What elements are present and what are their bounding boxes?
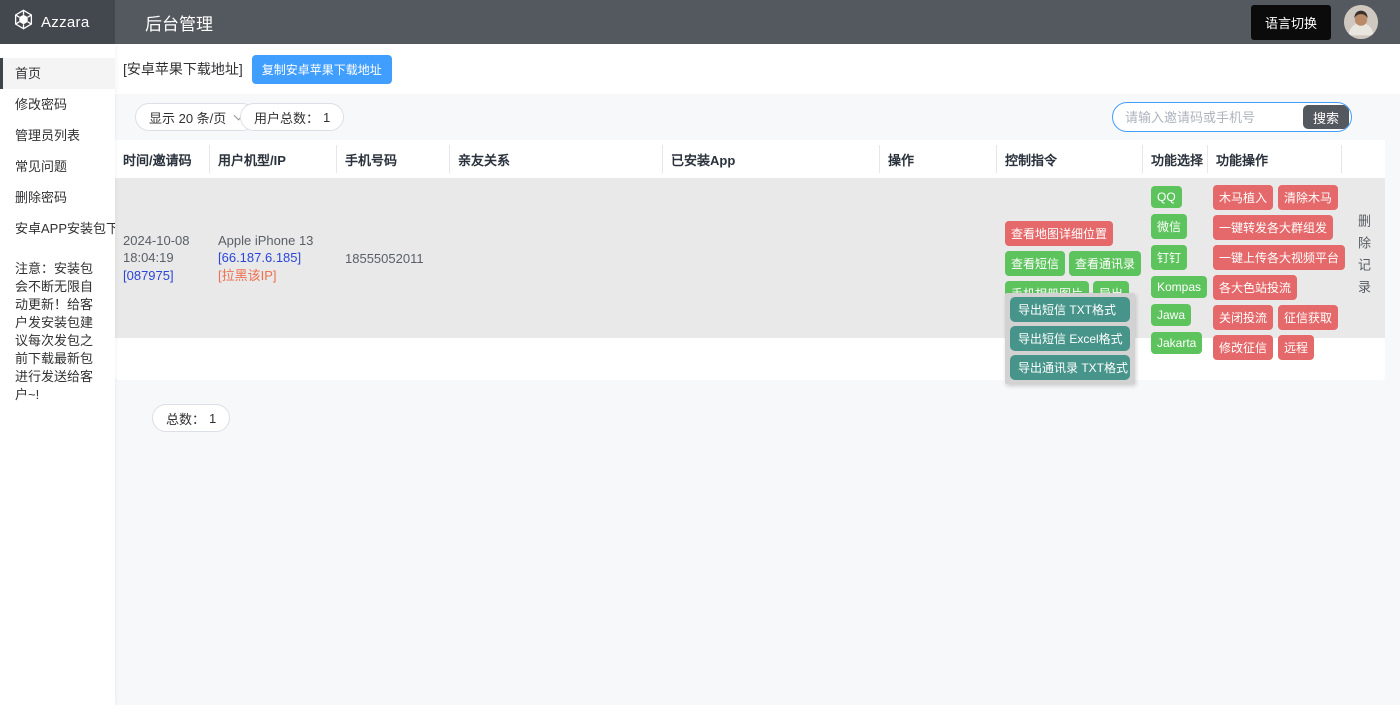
op-site-traffic-button[interactable]: 各大色站投流 <box>1213 275 1297 300</box>
search-input[interactable] <box>1113 110 1301 125</box>
page-title: 后台管理 <box>145 10 213 35</box>
cell-time-invite: 2024-10-08 18:04:19 [087975] <box>115 178 210 338</box>
sidebar-item-android-apk-download[interactable]: 安卓APP安装包下载 <box>0 213 115 244</box>
col-device-ip: 用户机型/IP <box>210 140 337 178</box>
avatar[interactable] <box>1344 5 1378 39</box>
sidebar-item-admin-list[interactable]: 管理员列表 <box>0 120 115 151</box>
cell-device-ip: Apple iPhone 13 [66.187.6.185] [拉黑该IP] <box>210 178 337 338</box>
col-delete <box>1342 140 1385 178</box>
op-close-traffic-button[interactable]: 关闭投流 <box>1213 305 1273 330</box>
export-sms-txt-button[interactable]: 导出短信 TXT格式 <box>1010 297 1130 322</box>
delete-record-link[interactable]: 删除记录 <box>1354 214 1373 302</box>
cell-operation <box>880 178 997 338</box>
sidebar-item-home[interactable]: 首页 <box>0 58 115 89</box>
copy-download-address-button[interactable]: 复制安卓苹果下载地址 <box>252 55 392 84</box>
brand-name: Azzara <box>41 14 90 31</box>
col-installed-apps: 已安装App <box>663 140 880 178</box>
total-value: 1 <box>209 411 216 426</box>
invite-code-link[interactable]: [087975] <box>123 267 202 285</box>
download-strip: [安卓苹果下载地址] 复制安卓苹果下载地址 <box>115 44 1400 94</box>
sidebar-item-faq[interactable]: 常见问题 <box>0 151 115 182</box>
op-credit-fetch-button[interactable]: 征信获取 <box>1278 305 1338 330</box>
cell-installed-apps <box>663 178 880 338</box>
search-button[interactable]: 搜索 <box>1303 105 1349 129</box>
footer-total: 总数： 1 <box>152 404 230 432</box>
sidebar-item-delete-password[interactable]: 删除密码 <box>0 182 115 213</box>
function-jawa-button[interactable]: Jawa <box>1151 304 1191 326</box>
op-credit-modify-button[interactable]: 修改征信 <box>1213 335 1273 360</box>
export-sms-excel-button[interactable]: 导出短信 Excel格式 <box>1010 326 1130 351</box>
app-header: Azzara 后台管理 语言切换 <box>0 0 1400 44</box>
phone-number: 18555052011 <box>345 251 424 266</box>
main-content: [安卓苹果下载地址] 复制安卓苹果下载地址 显示 20 条/页 用户总数： 1 … <box>115 44 1400 705</box>
page-size-label: 显示 20 条/页 <box>149 108 226 127</box>
function-qq-button[interactable]: QQ <box>1151 186 1182 208</box>
download-address-label: [安卓苹果下载地址] <box>123 59 243 79</box>
col-function-ops: 功能操作 <box>1208 140 1342 178</box>
export-contacts-txt-button[interactable]: 导出通讯录 TXT格式 <box>1010 355 1130 380</box>
gem-logo-icon <box>13 9 34 35</box>
cell-relations <box>450 178 663 338</box>
sidebar-note: 注意：安装包会不断无限自动更新！给客户发安装包建议每次发包之前下载最新包进行发送… <box>15 260 101 404</box>
sidebar-item-change-password[interactable]: 修改密码 <box>0 89 115 120</box>
cell-phone: 18555052011 <box>337 178 450 338</box>
device-model: Apple iPhone 13 <box>218 232 329 250</box>
function-wechat-button[interactable]: 微信 <box>1151 214 1187 239</box>
page-size-select[interactable]: 显示 20 条/页 <box>135 103 256 131</box>
cell-function-ops: 木马植入 清除木马 一键转发各大群组发 一键上传各大视频平台 各大色站投流 关闭… <box>1208 178 1342 338</box>
col-phone: 手机号码 <box>337 140 450 178</box>
view-contacts-button[interactable]: 查看通讯录 <box>1069 251 1141 276</box>
op-trojan-implant-button[interactable]: 木马植入 <box>1213 185 1273 210</box>
cell-delete-record: 删除记录 <box>1342 178 1385 338</box>
op-trojan-clear-button[interactable]: 清除木马 <box>1278 185 1338 210</box>
view-map-button[interactable]: 查看地图详细位置 <box>1005 221 1113 246</box>
user-total-value: 1 <box>323 110 330 125</box>
op-upload-video-platforms-button[interactable]: 一键上传各大视频平台 <box>1213 245 1345 270</box>
blacklist-ip-link[interactable]: [拉黑该IP] <box>218 267 329 285</box>
table-header-row: 时间/邀请码 用户机型/IP 手机号码 亲友关系 已安装App 操作 控制指令 … <box>115 140 1385 178</box>
function-jakarta-button[interactable]: Jakarta <box>1151 332 1202 354</box>
users-table: 时间/邀请码 用户机型/IP 手机号码 亲友关系 已安装App 操作 控制指令 … <box>115 140 1385 380</box>
op-remote-button[interactable]: 远程 <box>1278 335 1314 360</box>
view-sms-button[interactable]: 查看短信 <box>1005 251 1065 276</box>
cell-function-select: QQ 微信 钉钉 Kompas Jawa Jakarta <box>1143 178 1208 338</box>
function-kompas-button[interactable]: Kompas <box>1151 276 1207 298</box>
op-forward-groups-button[interactable]: 一键转发各大群组发 <box>1213 215 1333 240</box>
row-time: 18:04:19 <box>123 249 202 267</box>
user-total-badge: 用户总数： 1 <box>240 103 344 131</box>
row-date: 2024-10-08 <box>123 232 202 250</box>
sidebar-nav: 首页 修改密码 管理员列表 常见问题 删除密码 安卓APP安装包下载 <box>0 44 115 244</box>
col-operation: 操作 <box>880 140 997 178</box>
col-control-commands: 控制指令 <box>997 140 1143 178</box>
function-dingtalk-button[interactable]: 钉钉 <box>1151 245 1187 270</box>
search-box: 搜索 <box>1112 102 1352 132</box>
col-relations: 亲友关系 <box>450 140 663 178</box>
cell-control-commands: 查看地图详细位置 查看短信 查看通讯录 手机相册图片 导出 导出短信 TXT格式… <box>997 178 1143 338</box>
ip-link[interactable]: [66.187.6.185] <box>218 249 329 267</box>
controls-row: 显示 20 条/页 用户总数： 1 搜索 <box>115 94 1400 140</box>
user-total-label: 用户总数： <box>254 108 319 127</box>
language-switch-button[interactable]: 语言切换 <box>1251 5 1331 40</box>
col-time-invite: 时间/邀请码 <box>115 140 210 178</box>
table-row: 2024-10-08 18:04:19 [087975] Apple iPhon… <box>115 178 1385 338</box>
logo-block[interactable]: Azzara <box>0 0 115 44</box>
total-badge: 总数： 1 <box>152 404 230 432</box>
col-function-select: 功能选择 <box>1143 140 1208 178</box>
total-label: 总数： <box>166 409 205 428</box>
export-dropdown-menu: 导出短信 TXT格式 导出短信 Excel格式 导出通讯录 TXT格式 <box>1005 293 1135 384</box>
sidebar: 首页 修改密码 管理员列表 常见问题 删除密码 安卓APP安装包下载 注意：安装… <box>0 44 115 705</box>
